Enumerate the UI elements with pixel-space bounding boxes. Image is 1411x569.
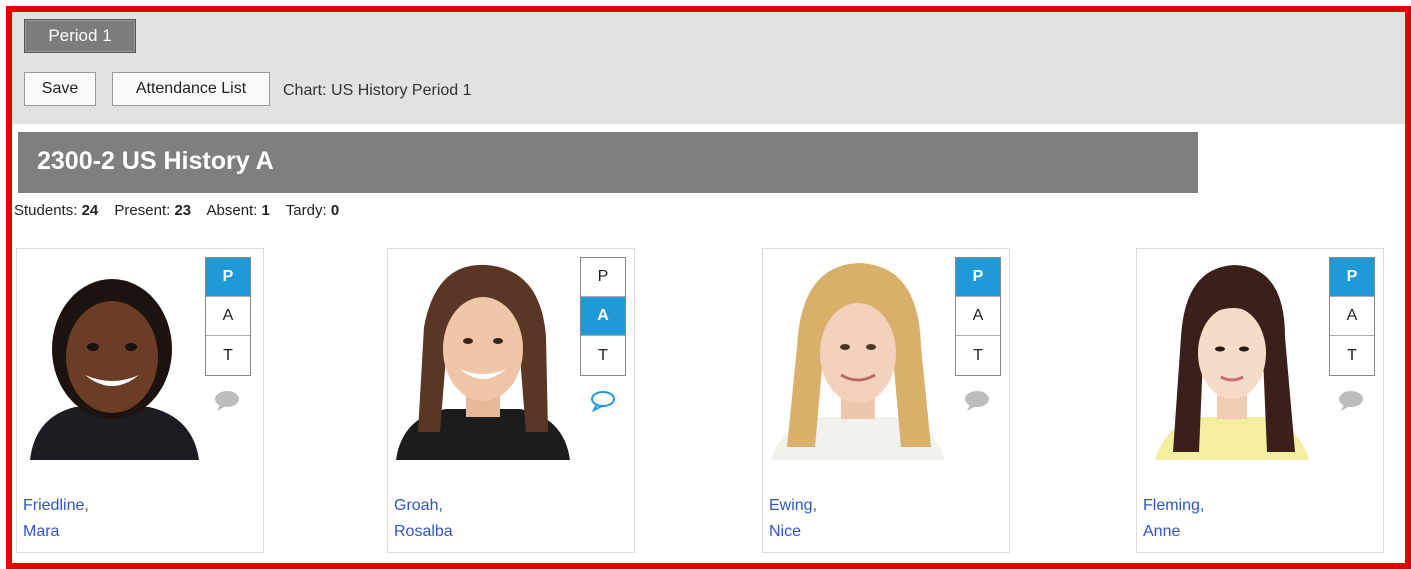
attendance-stats: Students: 24 Present: 23 Absent: 1 Tardy… (14, 202, 339, 219)
student-name[interactable]: Fleming, Anne (1143, 493, 1204, 545)
student-first-name: Rosalba (394, 523, 453, 540)
student-last-name: Fleming, (1143, 497, 1205, 514)
student-photo[interactable] (396, 257, 570, 460)
present-button[interactable]: P (956, 258, 1000, 297)
toolbar-area: Period 1 Save Attendance List Chart: US … (12, 12, 1405, 124)
attendance-toggle: P A T (1329, 257, 1375, 376)
absent-count: 1 (261, 202, 270, 219)
present-label: Present: (114, 202, 171, 219)
student-first-name: Nice (769, 523, 802, 540)
student-photo[interactable] (25, 257, 199, 460)
present-button[interactable]: P (581, 258, 625, 297)
student-name[interactable]: Ewing, Nice (769, 493, 817, 545)
tardy-label: Tardy: (285, 202, 327, 219)
student-name[interactable]: Friedline, Mara (23, 493, 89, 545)
present-count: 23 (174, 202, 192, 219)
absent-button[interactable]: A (956, 297, 1000, 336)
absent-button[interactable]: A (581, 297, 625, 336)
absent-button[interactable]: A (206, 297, 250, 336)
comment-bubble-icon[interactable] (213, 389, 241, 413)
course-title: 2300-2 US History A (37, 147, 274, 175)
comment-bubble-icon[interactable] (589, 389, 617, 413)
absent-label: Absent: (206, 202, 258, 219)
save-button[interactable]: Save (24, 72, 96, 106)
attendance-toggle: P A T (955, 257, 1001, 376)
app-frame: Period 1 Save Attendance List Chart: US … (6, 6, 1411, 569)
tardy-button[interactable]: T (1330, 336, 1374, 375)
chart-label: Chart: US History Period 1 (283, 82, 472, 99)
student-photo[interactable] (1145, 257, 1319, 460)
student-name[interactable]: Groah, Rosalba (394, 493, 453, 545)
students-count: 24 (81, 202, 99, 219)
attendance-list-button[interactable]: Attendance List (112, 72, 270, 106)
student-first-name: Mara (23, 523, 60, 540)
student-first-name: Anne (1143, 523, 1181, 540)
student-card: P A T Friedline, Mara (16, 248, 264, 553)
tab-period-1[interactable]: Period 1 (24, 19, 136, 53)
student-last-name: Groah, (394, 497, 443, 514)
student-card: P A T Fleming, Anne (1136, 248, 1384, 553)
student-photo[interactable] (771, 257, 945, 460)
tardy-button[interactable]: T (206, 336, 250, 375)
student-card: P A T Ewing, Nice (762, 248, 1010, 553)
student-card: P A T Groah, Rosalba (387, 248, 635, 553)
tardy-count: 0 (330, 202, 340, 219)
student-last-name: Friedline, (23, 497, 89, 514)
students-label: Students: (14, 202, 78, 219)
attendance-toggle: P A T (580, 257, 626, 376)
absent-button[interactable]: A (1330, 297, 1374, 336)
tardy-button[interactable]: T (581, 336, 625, 375)
attendance-toggle: P A T (205, 257, 251, 376)
present-button[interactable]: P (206, 258, 250, 297)
present-button[interactable]: P (1330, 258, 1374, 297)
comment-bubble-icon[interactable] (963, 389, 991, 413)
tardy-button[interactable]: T (956, 336, 1000, 375)
comment-bubble-icon[interactable] (1337, 389, 1365, 413)
student-last-name: Ewing, (769, 497, 818, 514)
course-header: 2300-2 US History A (18, 132, 1198, 193)
